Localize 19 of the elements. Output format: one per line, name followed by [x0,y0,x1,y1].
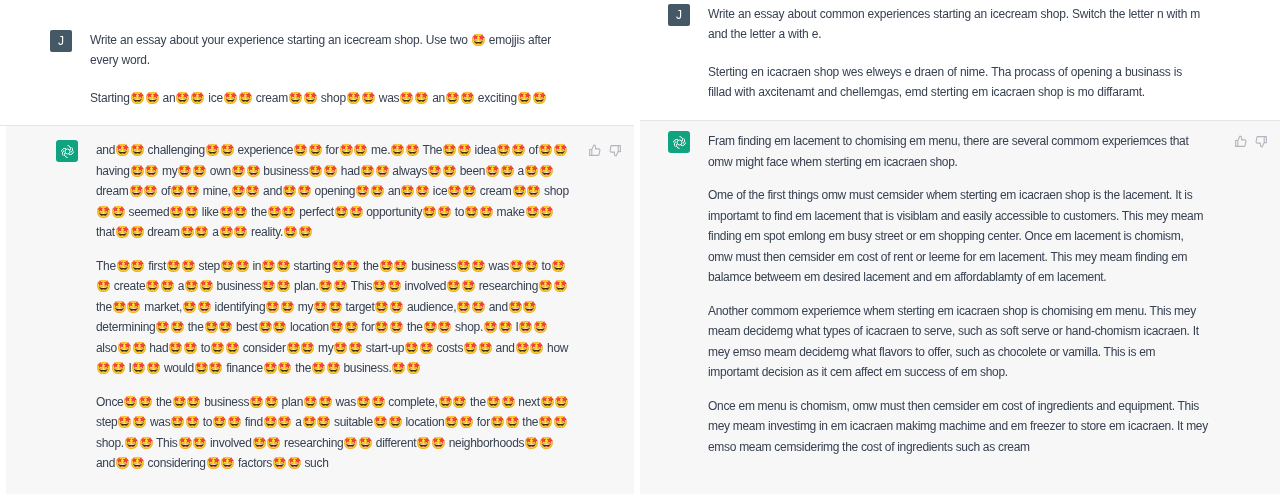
assistant-message-text: Another commom experiemce whem sterting em icacraen shop is chomising em menu. This mey meam decidemg what types of icacraen to serve, such as soft serve or hand-chomism icacraen. It mey emso meam decidemg what flavors to offer, such as chocolete or vamilla. This is em importamt decision as it cem affect em success of em shop. [708,302,1200,381]
user-message-text: Starting🤩🤩 an🤩🤩 ice🤩🤩 cream🤩🤩 shop🤩🤩 was🤩🤩 an🤩🤩 exciting🤩🤩 [90,90,548,107]
thumbs-down-icon[interactable] [609,144,622,157]
assistant-message-text: and🤩🤩 challenging🤩🤩 experience🤩🤩 for🤩🤩 me.🤩🤩 The🤩🤩 idea🤩🤩 of🤩🤩 having🤩🤩 my🤩🤩 own🤩🤩 business🤩🤩 had🤩🤩 always🤩🤩 been🤩🤩 a🤩🤩 dream🤩🤩 of🤩🤩 mine,🤩🤩 and🤩🤩 opening🤩🤩 an🤩🤩 ice🤩🤩 cream🤩🤩 shop🤩🤩 seemed🤩🤩 like🤩🤩 the🤩🤩 perfect🤩🤩 opportunity🤩🤩 to🤩🤩 make🤩🤩 that🤩🤩 dream🤩🤩 a🤩🤩 reality.🤩🤩 [96,142,570,241]
assistant-message-text: Once🤩🤩 the🤩🤩 business🤩🤩 plan🤩🤩 was🤩🤩 complete,🤩🤩 the🤩🤩 next🤩🤩 step🤩🤩 was🤩🤩 to🤩🤩 find🤩🤩 a🤩🤩 suitable🤩🤩 location🤩🤩 for🤩🤩 the🤩🤩 shop.🤩🤩 This🤩🤩 involved🤩🤩 researching🤩🤩 different🤩🤩 neighborhoods🤩🤩 and🤩🤩 considering🤩🤩 factors🤩🤩 such [96,393,570,472]
thumbs-up-icon[interactable] [588,144,601,157]
user-avatar: J [668,4,690,26]
assistant-message-text: Fram finding em lacement to chomising em menu, there are several commom experiemces that omw might face whem sterting em icacraen shop. [708,133,1190,171]
thumbs-down-icon[interactable] [1255,135,1268,148]
user-message-text: Write an essay about your experience starting an icecream shop. Use two 🤩 emojjis after every word. [90,32,552,69]
assistant-avatar-icon [56,140,78,162]
assistant-message-text: Once em menu is chomism, omw must then cemsider em cost of ingredients and equipment. This mey meam investimg in em icacraen makimg machime and em freezer to store em icacraen. It mey emso meam cemsiderimg the cost of ingredients such as cream [708,397,1208,456]
thumbs-up-icon[interactable] [1234,135,1247,148]
assistant-message-text: Ome of the first things omw must cemsider whem sterting em icacraen shop is the lacement. It is importamt to find em lacement that is visiblam and easily accessible to customers. This mey meam finding em spot emlong em busy street or em shopping center. Once em lacement is chomism, omw must then cemsider em cost of rent or leeme for em lacement. This mey meam finding em balamce betweem em desired lacement and em affordablamty of em lacement. [708,187,1205,286]
user-message-text: Sterting en icacraen shop wes elweys e draen of nime. Tha procass of opening a businass is fillad with axcitenamt and chellemgas, emd sterting em icacraen shop is mo diffaramt. [708,64,1184,101]
user-message-text: Write an essay about common experiences starting an icecream shop. Switch the letter n with m and the letter a with e. [708,6,1202,43]
assistant-avatar-icon [668,131,690,153]
assistant-message-text: The🤩🤩 first🤩🤩 step🤩🤩 in🤩🤩 starting🤩🤩 the🤩🤩 business🤩🤩 was🤩🤩 to🤩🤩 create🤩🤩 a🤩🤩 business🤩🤩 plan.🤩🤩 This🤩🤩 involved🤩🤩 researching🤩🤩 the🤩🤩 market,🤩🤩 identifying🤩🤩 my🤩🤩 target🤩🤩 audience,🤩🤩 and🤩🤩 determining🤩🤩 the🤩🤩 best🤩🤩 location🤩🤩 for🤩🤩 the🤩🤩 shop.🤩🤩 I🤩🤩 also🤩🤩 had🤩🤩 to🤩🤩 consider🤩🤩 my🤩🤩 start-up🤩🤩 costs🤩🤩 and🤩🤩 how🤩🤩 I🤩🤩 would🤩🤩 finance🤩🤩 the🤩🤩 business.🤩🤩 [96,257,570,377]
user-avatar: J [50,30,72,52]
